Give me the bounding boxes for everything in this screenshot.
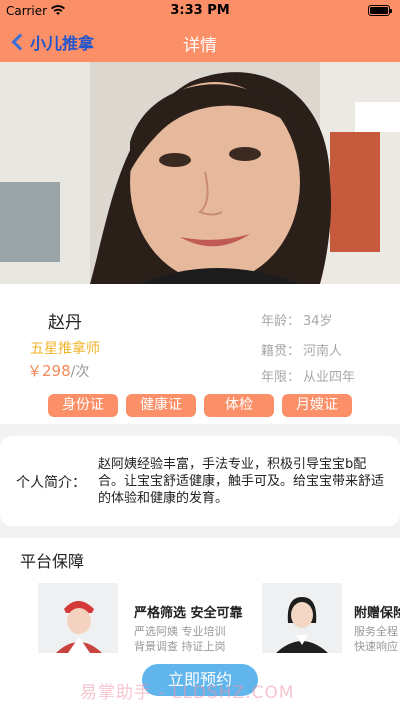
tag-health-cert[interactable]: 健康证	[126, 394, 196, 417]
guarantee-title-1: 严格筛选 安全可靠	[134, 606, 243, 621]
guarantee-image-nanny	[38, 583, 118, 653]
tag-nanny-cert[interactable]: 月嫂证	[282, 394, 352, 417]
info-value: 从业四年	[303, 370, 356, 385]
guarantee-image-agent	[262, 583, 342, 653]
clock: 3:33 PM	[170, 3, 230, 18]
info-origin: 籍贯： 河南人	[261, 340, 342, 359]
therapist-level: 五星推拿师	[30, 341, 100, 357]
price-unit: /次	[70, 364, 90, 380]
info-age: 年龄： 34岁	[261, 310, 333, 329]
tag-checkup[interactable]: 体检	[204, 394, 274, 417]
price-value: ￥298	[27, 362, 71, 380]
intro-label: 个人简介：	[16, 475, 86, 491]
info-key: 籍贯：	[261, 344, 301, 359]
info-value: 河南人	[303, 344, 343, 359]
info-key: 年龄：	[261, 314, 301, 329]
info-years: 年限： 从业四年	[261, 366, 355, 385]
status-bar: Carrier 3:33 PM	[0, 0, 400, 22]
watermark: 易掌助手 - LLDSHZ.COM	[80, 683, 295, 703]
therapist-name: 赵丹	[48, 313, 82, 333]
guarantee-line-1b: 背景调查 持证上岗	[134, 640, 226, 653]
info-value: 34岁	[303, 314, 333, 329]
guarantee-title-2: 附赠保险	[354, 606, 400, 621]
guarantee-line-2b: 快速响应	[354, 640, 398, 653]
guarantee-heading: 平台保障	[20, 552, 85, 571]
tag-id-card[interactable]: 身份证	[48, 394, 118, 417]
guarantee-line-2a: 服务全程	[354, 625, 398, 638]
intro-card: 个人简介： 赵阿姨经验丰富，手法专业，积极引导宝宝b配合。让宝宝舒适健康，触手可…	[0, 436, 400, 526]
info-key: 年限：	[261, 370, 301, 385]
therapist-photo	[0, 62, 400, 284]
price: ￥298/次	[27, 360, 89, 381]
profile-card: 赵丹 五星推拿师 ￥298/次 年龄： 34岁 籍贯： 河南人 年限： 从业四年 身份…	[0, 284, 400, 424]
page-title: 详情	[183, 36, 217, 56]
battery-icon	[368, 5, 392, 16]
certificate-tags: 身份证 健康证 体检 月嫂证	[48, 394, 360, 417]
intro-text: 赵阿姨经验丰富，手法专业，积极引导宝宝b配合。让宝宝舒适健康，触手可及。给宝宝带…	[98, 457, 385, 506]
nav-bar: 小儿推拿 详情	[0, 22, 400, 62]
guarantee-line-1a: 严选阿姨 专业培训	[134, 625, 226, 638]
